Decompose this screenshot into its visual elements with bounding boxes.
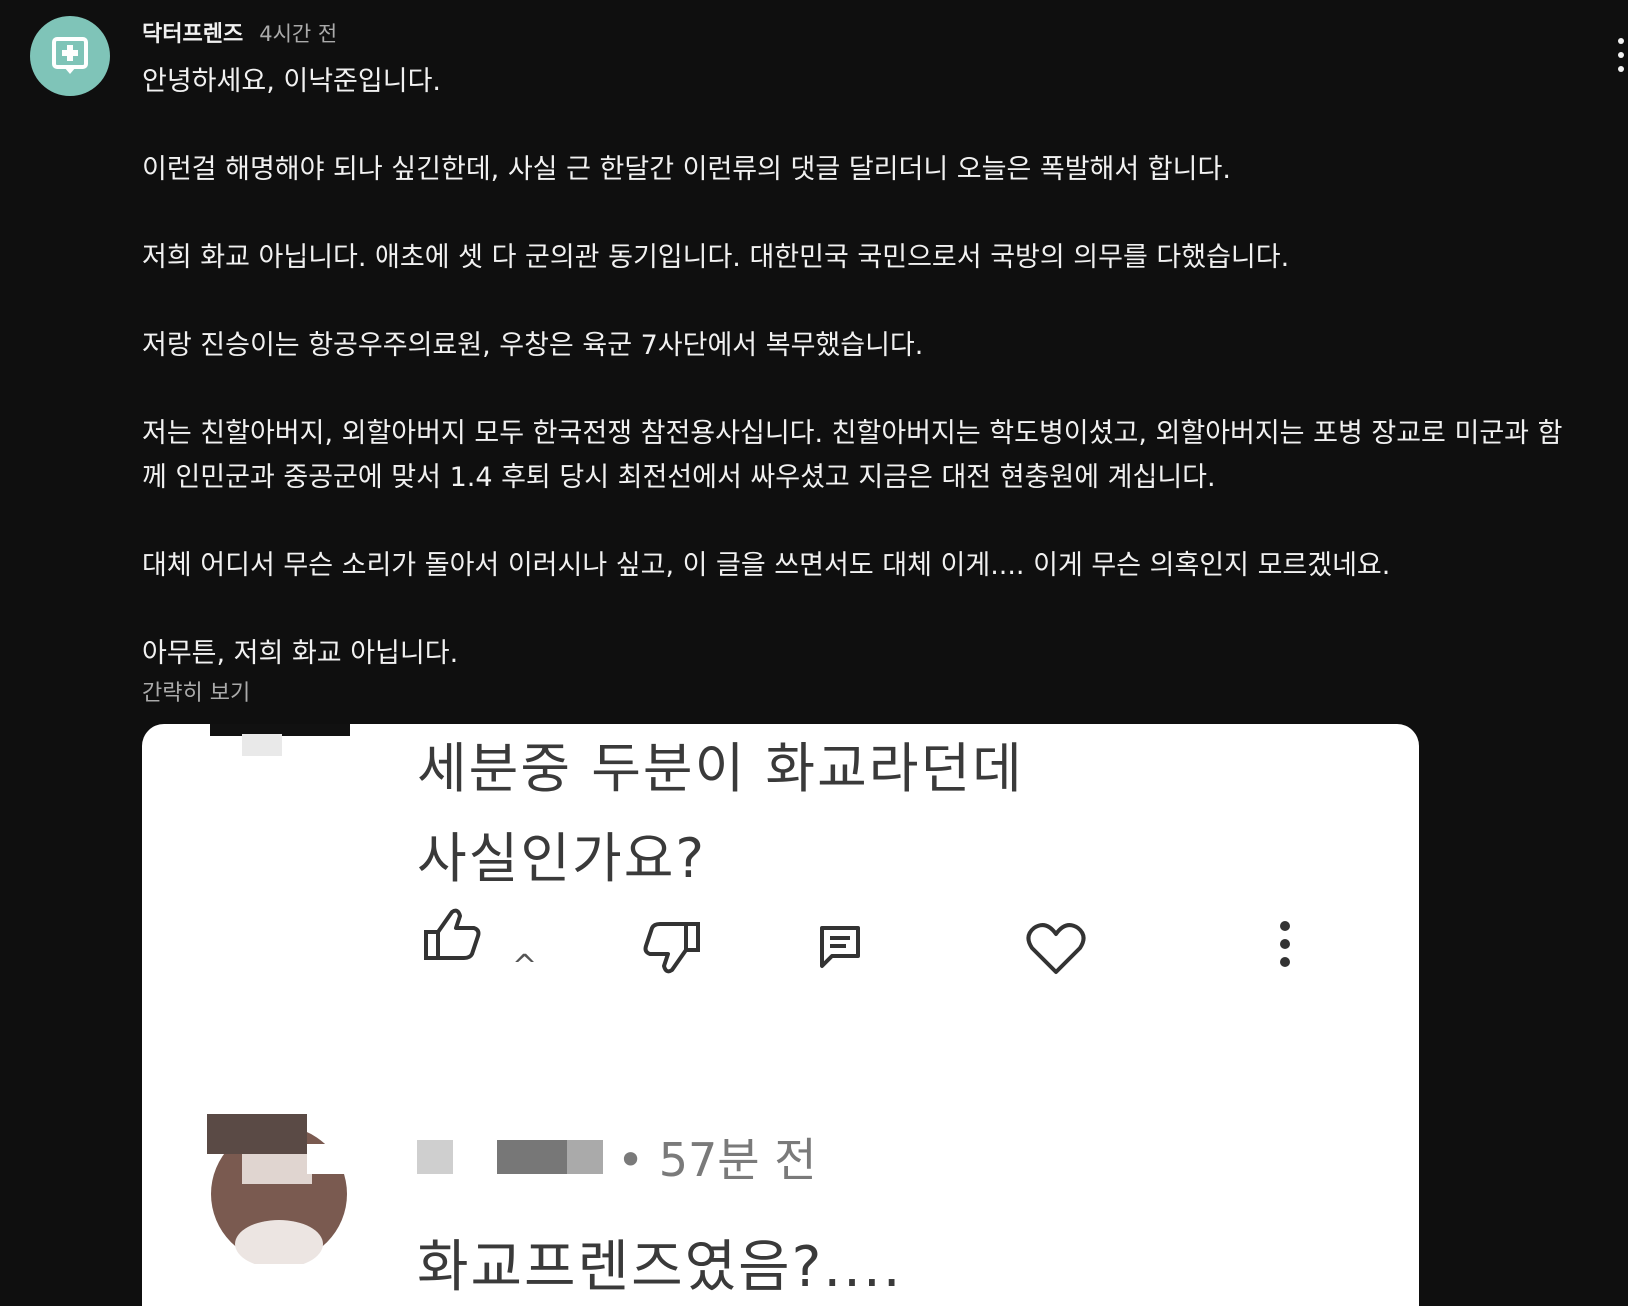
comment-paragraph: 대체 어디서 무슨 소리가 돌아서 이러시나 싶고, 이 글을 쓰면서도 대체 … (142, 550, 1391, 581)
reply-text: 화교프렌즈였음?.... (417, 1235, 903, 1300)
show-less-link[interactable]: 간략히 보기 (142, 675, 250, 707)
comment-header: 닥터프렌즈 4시간 전 (142, 16, 337, 48)
quoted-comment-line: 세분중 두분이 화교라던데 (417, 737, 1024, 800)
medical-plus-icon (52, 37, 88, 74)
comment-paragraph: 안녕하세요, 이낙준입니다. (142, 66, 441, 97)
comment-body: 안녕하세요, 이낙준입니다. 이런걸 해명해야 되나 싶긴한데, 사실 근 한달… (142, 60, 1582, 676)
commenter-avatar (207, 1114, 352, 1264)
thumbs-up-icon (424, 908, 481, 960)
attached-image[interactable]: 세분중 두분이 화교라던데 사실인가요? ^ • 57분 전 화교프렌즈였음?.… (142, 724, 1419, 1306)
comment-thread: 닥터프렌즈 4시간 전 안녕하세요, 이낙준입니다. 이런걸 해명해야 되나 싶… (0, 0, 1628, 1306)
author-name[interactable]: 닥터프렌즈 (142, 16, 243, 48)
like-count: ^ (512, 949, 538, 984)
comment-paragraph: 이런걸 해명해야 되나 싶긴한데, 사실 근 한달간 이런류의 댓글 달리더니 … (142, 154, 1231, 185)
thumbs-down-icon (643, 922, 700, 974)
comment-paragraph: 아무튼, 저희 화교 아닙니다. (142, 638, 459, 669)
comment-paragraph: 저는 친할아버지, 외할아버지 모두 한국전쟁 참전용사십니다. 친할아버지는 … (142, 418, 1563, 493)
more-vertical-icon[interactable] (1616, 38, 1628, 78)
comment-timestamp[interactable]: 4시간 전 (259, 18, 337, 48)
blurred-username (567, 1140, 603, 1174)
more-vertical-icon (1280, 921, 1290, 967)
comment-paragraph: 저희 화교 아닙니다. 애초에 셋 다 군의관 동기입니다. 대한민국 국민으로… (142, 242, 1290, 273)
channel-avatar[interactable] (30, 16, 110, 96)
blurred-username (497, 1140, 567, 1174)
heart-icon (1026, 923, 1086, 974)
comment-paragraph: 저랑 진승이는 항공우주의료원, 우창은 육군 7사단에서 복무했습니다. (142, 330, 924, 361)
blurred-username (417, 1140, 453, 1174)
cropped-avatar-fragment (242, 734, 282, 756)
reply-icon (820, 926, 860, 968)
reply-time: • 57분 전 (617, 1133, 817, 1187)
reply-meta: • 57분 전 (417, 1124, 817, 1190)
quoted-comment-line: 사실인가요? (417, 827, 707, 890)
